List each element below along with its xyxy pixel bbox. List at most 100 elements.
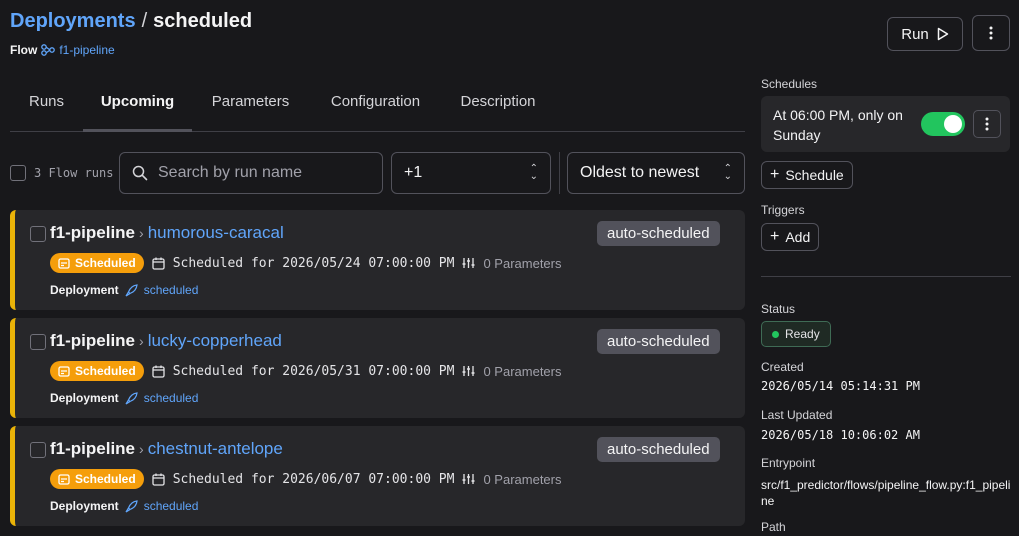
- tab-description[interactable]: Description: [442, 84, 554, 132]
- breadcrumb-deployments-link[interactable]: Deployments: [10, 10, 136, 32]
- deployment-link[interactable]: scheduled: [144, 283, 199, 297]
- rocket-icon: [125, 391, 138, 405]
- calendar-icon: [152, 257, 165, 270]
- run-checkbox[interactable]: [30, 226, 46, 242]
- status-badge: Ready: [761, 321, 831, 347]
- run-meta: Scheduled Scheduled for 2026/06/07 07:00…: [50, 469, 562, 489]
- add-trigger-button[interactable]: + Add: [761, 223, 820, 251]
- play-icon: [937, 27, 949, 41]
- flow-run-card[interactable]: f1-pipeline › lucky-copperhead auto-sche…: [10, 318, 745, 418]
- breadcrumb-separator: /: [141, 10, 148, 32]
- schedule-item: At 06:00 PM, only on Sunday: [761, 96, 1010, 152]
- status-value: Ready: [785, 327, 820, 341]
- more-options-button[interactable]: [972, 15, 1010, 51]
- auto-scheduled-tag: auto-scheduled: [597, 329, 720, 354]
- auto-scheduled-tag: auto-scheduled: [597, 221, 720, 246]
- rocket-icon: [125, 499, 138, 513]
- page-title: scheduled: [153, 10, 253, 32]
- state-badge: Scheduled: [50, 469, 144, 489]
- flow-run-count: 3 Flow runs: [34, 166, 114, 180]
- sort-value: Oldest to newest: [580, 164, 700, 181]
- chevron-up-down-icon: ⌃ ⌄: [723, 163, 732, 182]
- run-checkbox[interactable]: [30, 334, 46, 350]
- entrypoint-label: Entrypoint: [761, 456, 816, 470]
- deployment-link[interactable]: scheduled: [144, 499, 199, 513]
- breadcrumb: Deployments / scheduled: [10, 10, 252, 33]
- parameters-count[interactable]: 0 Parameters: [483, 472, 561, 487]
- run-name-link[interactable]: lucky-copperhead: [148, 331, 282, 351]
- flow-icon: [41, 44, 56, 56]
- deployment-label: Deployment: [50, 283, 119, 297]
- deployment-link[interactable]: scheduled: [144, 391, 199, 405]
- run-meta: Scheduled Scheduled for 2026/05/31 07:00…: [50, 361, 562, 381]
- state-filter-select[interactable]: +1 ⌃ ⌄: [391, 152, 551, 194]
- scheduled-time: Scheduled for 2026/05/24 07:00:00 PM: [172, 255, 455, 271]
- search-icon: [132, 165, 148, 181]
- created-label: Created: [761, 360, 804, 374]
- state-badge: Scheduled: [50, 253, 144, 273]
- tab-bar: Runs Upcoming Parameters Configuration D…: [10, 84, 745, 132]
- search-input[interactable]: Search by run name: [119, 152, 383, 194]
- run-flow-name[interactable]: f1-pipeline: [50, 223, 135, 243]
- deployment-info: Deployment scheduled: [50, 391, 198, 405]
- divider: [559, 152, 560, 194]
- schedule-description: At 06:00 PM, only on Sunday: [773, 107, 903, 143]
- rocket-icon: [125, 283, 138, 297]
- state-badge-label: Scheduled: [75, 472, 136, 486]
- chevron-right-icon: ›: [139, 333, 144, 349]
- flow-run-card[interactable]: f1-pipeline › chestnut-antelope auto-sch…: [10, 426, 745, 526]
- flow-run-card[interactable]: f1-pipeline › humorous-caracal auto-sche…: [10, 210, 745, 310]
- flow-link[interactable]: f1-pipeline: [59, 43, 114, 57]
- last-updated-value: 2026/05/18 10:06:02 AM: [761, 428, 920, 442]
- run-button-label: Run: [901, 25, 929, 43]
- flow-info: Flow f1-pipeline: [10, 43, 115, 57]
- add-schedule-label: Schedule: [785, 167, 844, 183]
- state-badge: Scheduled: [50, 361, 144, 381]
- schedule-toggle[interactable]: [921, 112, 965, 136]
- status-dot-icon: [772, 330, 779, 338]
- scheduled-state-icon: [58, 473, 70, 485]
- triggers-heading: Triggers: [761, 203, 805, 217]
- deployment-info: Deployment scheduled: [50, 499, 198, 513]
- run-button[interactable]: Run: [887, 17, 963, 51]
- last-updated-label: Last Updated: [761, 408, 833, 422]
- chevron-up-down-icon: ⌃ ⌄: [529, 163, 538, 182]
- state-badge-label: Scheduled: [75, 256, 136, 270]
- kebab-menu-icon: [989, 26, 993, 40]
- scheduled-time: Scheduled for 2026/06/07 07:00:00 PM: [172, 471, 455, 487]
- run-title: f1-pipeline › humorous-caracal: [50, 223, 284, 243]
- plus-icon: +: [770, 228, 780, 245]
- run-name-link[interactable]: humorous-caracal: [148, 223, 284, 243]
- tab-upcoming[interactable]: Upcoming: [83, 84, 192, 132]
- chevron-right-icon: ›: [139, 225, 144, 241]
- run-checkbox[interactable]: [30, 442, 46, 458]
- run-title: f1-pipeline › lucky-copperhead: [50, 331, 282, 351]
- calendar-icon: [152, 365, 165, 378]
- run-meta: Scheduled Scheduled for 2026/05/24 07:00…: [50, 253, 562, 273]
- sliders-icon: [462, 258, 475, 268]
- deployment-label: Deployment: [50, 499, 119, 513]
- schedules-heading: Schedules: [761, 77, 818, 91]
- add-schedule-button[interactable]: + Schedule: [761, 161, 853, 189]
- tab-parameters[interactable]: Parameters: [192, 84, 309, 132]
- auto-scheduled-tag: auto-scheduled: [597, 437, 720, 462]
- deployment-label: Deployment: [50, 391, 119, 405]
- run-flow-name[interactable]: f1-pipeline: [50, 439, 135, 459]
- flow-label: Flow: [10, 43, 38, 57]
- sort-select[interactable]: Oldest to newest ⌃ ⌄: [567, 152, 745, 194]
- select-all-checkbox[interactable]: [10, 165, 26, 181]
- parameters-count[interactable]: 0 Parameters: [483, 364, 561, 379]
- entrypoint-value: src/f1_predictor/flows/pipeline_flow.py:…: [761, 478, 1011, 508]
- schedule-menu-button[interactable]: [973, 110, 1001, 138]
- add-trigger-label: Add: [785, 229, 811, 245]
- scheduled-state-icon: [58, 257, 70, 269]
- parameters-count[interactable]: 0 Parameters: [483, 256, 561, 271]
- scheduled-state-icon: [58, 365, 70, 377]
- search-placeholder: Search by run name: [158, 164, 303, 181]
- run-name-link[interactable]: chestnut-antelope: [148, 439, 283, 459]
- run-flow-name[interactable]: f1-pipeline: [50, 331, 135, 351]
- tab-runs[interactable]: Runs: [10, 84, 83, 132]
- chevron-right-icon: ›: [139, 441, 144, 457]
- tab-configuration[interactable]: Configuration: [309, 84, 442, 132]
- calendar-icon: [152, 473, 165, 486]
